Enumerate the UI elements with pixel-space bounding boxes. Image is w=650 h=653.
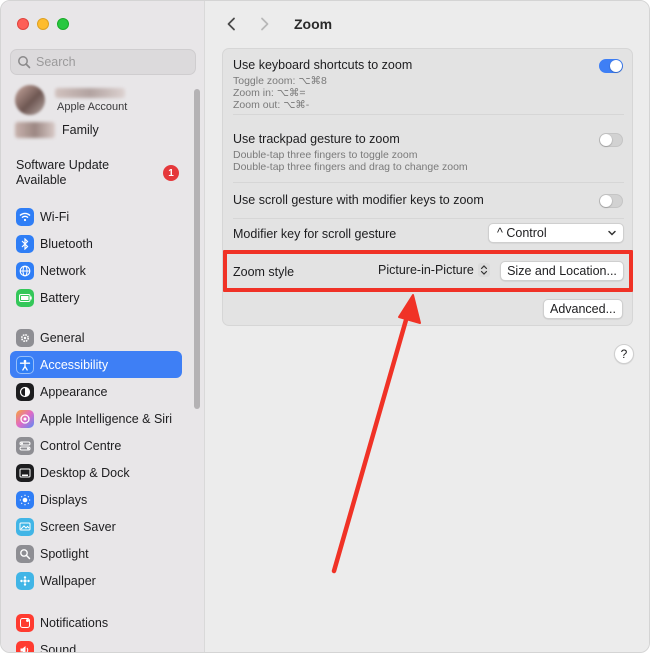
keyboard-shortcuts-toggle[interactable]	[599, 59, 623, 73]
main-content: Zoom Use keyboard shortcuts to zoom Togg…	[206, 1, 649, 652]
sidebar-item-general[interactable]: General	[10, 324, 182, 351]
avatar	[15, 85, 45, 115]
appearance-icon	[16, 382, 34, 401]
accessibility-icon	[16, 355, 34, 374]
sidebar-item-label: Spotlight	[40, 546, 89, 561]
sidebar-item-label: Sound	[40, 642, 77, 653]
sidebar-item-label: Battery	[40, 290, 80, 305]
zoom-out-shortcut: Zoom out: ⌥⌘-	[233, 99, 310, 111]
trackpad-gesture-toggle[interactable]	[599, 133, 623, 147]
dock-icon	[16, 463, 34, 482]
family-item[interactable]: Family	[15, 122, 99, 138]
sidebar-group-system: General Accessibility Appearance Apple I…	[10, 324, 182, 594]
sidebar-item-bluetooth[interactable]: Bluetooth	[10, 230, 182, 257]
control-centre-icon	[16, 436, 34, 455]
minimize-button[interactable]	[37, 18, 49, 30]
sidebar-item-wallpaper[interactable]: Wallpaper	[10, 567, 182, 594]
account-label: Apple Account	[57, 100, 128, 113]
sidebar-item-apple-intelligence-siri[interactable]: Apple Intelligence & Siri	[10, 405, 182, 432]
sidebar-item-label: Appearance	[40, 384, 108, 399]
back-button[interactable]	[219, 12, 243, 36]
update-count-badge: 1	[163, 165, 179, 181]
chevron-left-icon	[227, 17, 235, 31]
trackpad-gesture-row: Use trackpad gesture to zoom Double-tap …	[233, 115, 624, 183]
sidebar-item-label: Wi-Fi	[40, 209, 70, 224]
bluetooth-icon	[16, 234, 34, 253]
gear-icon	[16, 328, 34, 347]
sound-icon	[16, 640, 34, 652]
advanced-button[interactable]: Advanced...	[543, 299, 623, 319]
sidebar-item-notifications[interactable]: Notifications	[10, 609, 182, 636]
trackpad-hint-drag: Double-tap three fingers and drag to cha…	[233, 161, 468, 173]
sidebar-item-accessibility[interactable]: Accessibility	[10, 351, 182, 378]
sidebar-item-wifi[interactable]: Wi-Fi	[10, 203, 182, 230]
close-button[interactable]	[17, 18, 29, 30]
zoom-style-highlight-box	[223, 250, 633, 292]
keyboard-shortcuts-row: Use keyboard shortcuts to zoom Toggle zo…	[233, 49, 624, 115]
zoom-in-shortcut: Zoom in: ⌥⌘=	[233, 87, 306, 99]
sidebar-item-control-centre[interactable]: Control Centre	[10, 432, 182, 459]
sidebar-item-displays[interactable]: Displays	[10, 486, 182, 513]
wifi-icon	[16, 207, 34, 226]
sidebar-item-label: Notifications	[40, 615, 109, 630]
sidebar-item-screen-saver[interactable]: Screen Saver	[10, 513, 182, 540]
network-globe-icon	[16, 261, 34, 280]
modifier-key-row: Modifier key for scroll gesture ^ Contro…	[233, 219, 624, 253]
screen-saver-icon	[16, 517, 34, 536]
sidebar-item-appearance[interactable]: Appearance	[10, 378, 182, 405]
trackpad-hint-toggle: Double-tap three fingers to toggle zoom	[233, 149, 418, 161]
battery-icon	[16, 288, 34, 307]
scroll-gesture-title: Use scroll gesture with modifier keys to…	[233, 193, 484, 207]
search-input[interactable]	[36, 55, 186, 69]
modifier-key-title: Modifier key for scroll gesture	[233, 227, 397, 241]
sidebar-item-battery[interactable]: Battery	[10, 284, 182, 311]
modifier-key-select[interactable]: ^ Control	[488, 223, 624, 243]
sidebar-item-desktop-dock[interactable]: Desktop & Dock	[10, 459, 182, 486]
sidebar-item-spotlight[interactable]: Spotlight	[10, 540, 182, 567]
sidebar-item-label: Displays	[40, 492, 88, 507]
siri-icon	[16, 409, 34, 428]
displays-icon	[16, 490, 34, 509]
sidebar-item-label: Wallpaper	[40, 573, 96, 588]
family-label: Family	[62, 123, 99, 137]
forward-button[interactable]	[253, 12, 277, 36]
sidebar-item-label: Desktop & Dock	[40, 465, 130, 480]
sidebar-item-label: Accessibility	[40, 357, 109, 372]
spotlight-icon	[16, 544, 34, 563]
help-button[interactable]: ?	[614, 344, 634, 364]
apple-account-item[interactable]: Apple Account	[15, 85, 127, 115]
scroll-gesture-row: Use scroll gesture with modifier keys to…	[233, 183, 624, 219]
sidebar-item-label: Control Centre	[40, 438, 122, 453]
trackpad-gesture-title: Use trackpad gesture to zoom	[233, 132, 400, 146]
scroll-gesture-toggle[interactable]	[599, 194, 623, 208]
chevron-down-icon	[605, 226, 619, 240]
search-icon	[18, 56, 31, 69]
family-avatars	[15, 122, 55, 138]
sidebar-item-label: Network	[40, 263, 86, 278]
modifier-key-value: ^ Control	[497, 226, 547, 240]
sidebar-scrollbar[interactable]	[194, 89, 200, 409]
software-update-item[interactable]: Software Update Available 1	[16, 158, 196, 188]
toggle-zoom-shortcut: Toggle zoom: ⌥⌘8	[233, 75, 327, 87]
sidebar-item-network[interactable]: Network	[10, 257, 182, 284]
sidebar: Apple Account Family Software Update Ava…	[1, 1, 205, 653]
chevron-right-icon	[261, 17, 269, 31]
sidebar-group-notifications: Notifications Sound	[10, 609, 182, 653]
sidebar-item-label: Bluetooth	[40, 236, 93, 251]
notifications-icon	[16, 613, 34, 632]
page-title: Zoom	[294, 16, 333, 32]
window-controls	[17, 18, 69, 30]
sidebar-item-label: Screen Saver	[40, 519, 116, 534]
search-field[interactable]	[10, 49, 196, 75]
zoom-window-button[interactable]	[57, 18, 69, 30]
sidebar-item-label: Apple Intelligence & Siri	[40, 411, 173, 426]
account-name-redacted	[55, 87, 125, 98]
sidebar-item-sound[interactable]: Sound	[10, 636, 182, 653]
toolbar: Zoom	[206, 1, 649, 47]
sidebar-group-connectivity: Wi-Fi Bluetooth Network Battery	[10, 203, 182, 311]
wallpaper-icon	[16, 571, 34, 590]
sidebar-item-label: General	[40, 330, 85, 345]
system-settings-window: Apple Account Family Software Update Ava…	[0, 0, 650, 653]
keyboard-shortcuts-title: Use keyboard shortcuts to zoom	[233, 58, 413, 72]
